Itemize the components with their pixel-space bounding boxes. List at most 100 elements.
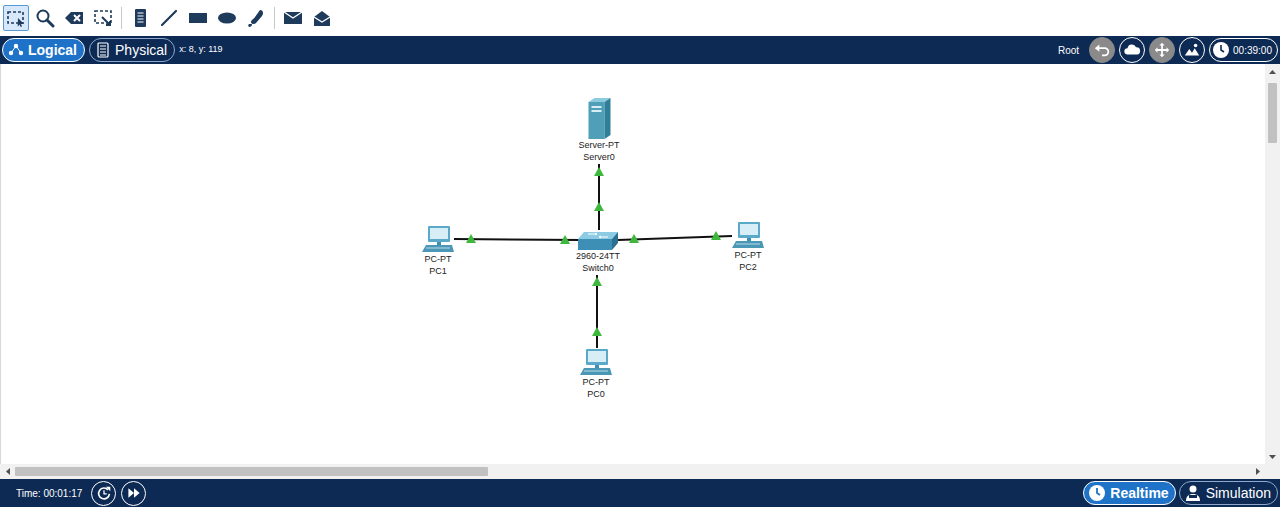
power-cycle-button[interactable]	[91, 481, 116, 506]
delete-tool[interactable]	[61, 5, 87, 31]
link-status-icon	[629, 234, 639, 243]
mode-label[interactable]: Realtime	[1110, 483, 1168, 504]
draw-rectangle-tool[interactable]	[185, 5, 211, 31]
scroll-right-button[interactable]	[1250, 464, 1265, 479]
mode-switch: Realtime Simulation	[1083, 481, 1278, 505]
freeform-icon	[246, 8, 266, 28]
place-note-tool[interactable]	[127, 5, 153, 31]
link-status-icon	[560, 235, 570, 244]
select-tool[interactable]	[3, 5, 29, 31]
cursor-coordinates: x: 8, y: 119	[179, 43, 222, 57]
select-icon	[6, 8, 26, 28]
link-status-icon	[594, 167, 604, 176]
toolbar-separator	[274, 7, 275, 29]
workspace-controls: Root 00:39:00	[1058, 37, 1278, 63]
vertical-scrollbar[interactable]	[1265, 64, 1280, 464]
network-device[interactable]: PC-PTPC0	[580, 348, 612, 400]
workspace-root-label: Root	[1058, 43, 1079, 58]
move-arrows-icon	[1153, 41, 1171, 59]
realtime-clock-icon	[1087, 483, 1107, 503]
device-name-label: Switch0	[582, 262, 614, 274]
fast-forward-icon	[126, 485, 142, 501]
resize-shape-icon	[93, 8, 113, 28]
device-name-label: PC2	[739, 261, 757, 273]
inspect-tool[interactable]	[32, 5, 58, 31]
device-model-label: PC-PT	[425, 253, 452, 265]
power-cycle-icon	[95, 484, 113, 502]
draw-ellipse-tool[interactable]	[214, 5, 240, 31]
status-bar: Time: 00:01:17 Realtime Simulation	[0, 479, 1280, 507]
add-complex-pdu-tool[interactable]	[309, 5, 335, 31]
network-device[interactable]: PC-PTPC2	[732, 221, 764, 273]
view-tab-label[interactable]: Physical	[115, 40, 167, 61]
move-object-button[interactable]	[1149, 37, 1175, 63]
pc-icon	[580, 348, 612, 376]
workspace-bar: Logical Physical x: 8, y: 119 Root 00:39:00	[0, 36, 1280, 64]
draw-rectangle-icon	[188, 8, 208, 28]
draw-line-tool[interactable]	[156, 5, 182, 31]
network-link[interactable]	[592, 275, 602, 348]
cloud-icon	[1123, 41, 1141, 59]
horizontal-scroll-thumb[interactable]	[15, 467, 488, 476]
view-tabs: Logical Physical	[2, 38, 175, 62]
resize-shape-tool[interactable]	[90, 5, 116, 31]
network-device[interactable]: PC-PTPC1	[422, 225, 454, 277]
left-arrow-icon	[4, 467, 12, 476]
clock-time: 00:39:00	[1233, 43, 1272, 58]
simulation-time: Time: 00:01:17	[16, 486, 82, 501]
server-icon	[586, 97, 612, 139]
logical-view-icon	[7, 41, 25, 59]
packet-tracer-window: LogicalPhysicalx: 8, y: 119Root00:39:00 …	[0, 0, 1280, 507]
scroll-up-button[interactable]	[1265, 64, 1280, 79]
down-arrow-icon	[1268, 453, 1277, 461]
link-status-icon	[711, 231, 721, 240]
viewport-clock[interactable]: 00:39:00	[1209, 38, 1278, 62]
view-tab[interactable]: Logical	[2, 38, 85, 62]
right-arrow-icon	[1254, 467, 1262, 476]
logical-canvas[interactable]: Server-PTServer0 2960-24TTSwitch0 PC-PTPC1…	[0, 64, 1265, 464]
new-cluster-button[interactable]	[1119, 37, 1145, 63]
scroll-left-button[interactable]	[0, 464, 15, 479]
vertical-scroll-thumb[interactable]	[1268, 83, 1277, 143]
simulation-runner-icon	[1183, 483, 1203, 503]
horizontal-scrollbar[interactable]	[0, 464, 1280, 479]
set-background-button[interactable]	[1179, 37, 1205, 63]
add-complex-pdu-icon	[312, 8, 332, 28]
mode-tab[interactable]: Realtime	[1083, 481, 1175, 505]
device-name-label: PC0	[587, 388, 605, 400]
device-model-label: PC-PT	[583, 376, 610, 388]
back-button[interactable]	[1089, 37, 1115, 63]
network-link[interactable]	[594, 164, 604, 230]
link-layer	[1, 64, 1265, 464]
fast-forward-button[interactable]	[121, 481, 146, 506]
pc-icon	[422, 225, 454, 253]
device-name-label: Server0	[583, 151, 615, 163]
draw-ellipse-icon	[217, 8, 237, 28]
mode-tab[interactable]: Simulation	[1179, 481, 1278, 505]
freeform-tool[interactable]	[243, 5, 269, 31]
add-simple-pdu-tool[interactable]	[280, 5, 306, 31]
tool-bar	[0, 0, 1280, 36]
switch-icon	[578, 230, 618, 250]
toolbar-separator	[121, 7, 122, 29]
device-model-label: PC-PT	[735, 249, 762, 261]
network-device[interactable]: Server-PTServer0	[578, 97, 619, 163]
view-tab[interactable]: Physical	[89, 38, 175, 62]
network-link[interactable]	[454, 234, 581, 244]
delete-icon	[64, 8, 84, 28]
add-simple-pdu-icon	[283, 8, 303, 28]
device-model-label: Server-PT	[578, 139, 619, 151]
link-status-icon	[592, 327, 602, 336]
physical-view-icon	[94, 41, 112, 59]
landscape-image-icon	[1183, 41, 1201, 59]
place-note-icon	[130, 8, 150, 28]
link-status-icon	[594, 202, 604, 211]
network-device[interactable]: 2960-24TTSwitch0	[576, 230, 620, 274]
network-link[interactable]	[618, 231, 732, 243]
draw-line-icon	[159, 8, 179, 28]
scroll-down-button[interactable]	[1265, 449, 1280, 464]
view-tab-label[interactable]: Logical	[28, 40, 77, 61]
mode-label[interactable]: Simulation	[1206, 483, 1271, 504]
back-arrow-icon	[1093, 41, 1111, 59]
inspect-icon	[35, 8, 55, 28]
